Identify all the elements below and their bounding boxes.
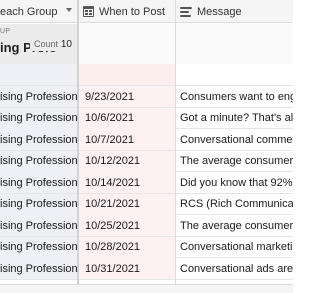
table-row[interactable]: ising Profession...10/6/2021Got a minute… [0, 107, 293, 129]
message-cell[interactable]: Conversational marketing is [176, 237, 293, 258]
column-header-label: Message [197, 5, 242, 18]
when-to-post-cell[interactable]: 10/6/2021 [79, 107, 175, 129]
when-to-post-cell[interactable]: 10/14/2021 [79, 172, 175, 193]
group-field-label: UP [0, 28, 11, 35]
chevron-down-icon[interactable] [66, 8, 72, 12]
message-cell[interactable]: Consumers want to engage [176, 86, 293, 107]
grid-footer [0, 284, 293, 293]
table-row[interactable]: ising Profession...10/21/2021RCS (Rich C… [0, 193, 293, 215]
reach-group-cell[interactable]: ising Profession... [0, 193, 77, 215]
message-cell[interactable]: Conversational ads are the f [176, 258, 293, 279]
column-divider[interactable] [175, 0, 176, 293]
column-header-reach-group[interactable]: each Group [0, 0, 77, 23]
table-row[interactable]: ising Profession...9/23/2021Consumers wa… [0, 86, 293, 108]
reach-group-cell[interactable]: ising Profession... [0, 236, 77, 258]
table-row[interactable]: ising Profession...10/25/2021The average… [0, 215, 293, 237]
reach-group-cell[interactable]: ising Profession... [0, 86, 77, 107]
message-cell[interactable]: Did you know that 92% of co [176, 172, 293, 193]
message-cell[interactable]: Conversational commerce is [176, 129, 293, 150]
message-cell[interactable]: RCS (Rich Communication S [176, 194, 293, 215]
when-to-post-cell[interactable]: 10/21/2021 [79, 193, 175, 215]
group-count-value: 10 [60, 39, 72, 50]
reach-group-cell[interactable]: ising Profession... [0, 107, 77, 129]
group-summary-cell [176, 24, 293, 64]
message-cell[interactable]: The average consumer is ge [176, 215, 293, 236]
calendar-icon [83, 6, 94, 17]
text-lines-icon [180, 6, 192, 17]
table-row[interactable]: ising Profession...10/7/2021Conversation… [0, 129, 293, 151]
group-header-cell[interactable]: UP ing Profe Count 10 [0, 24, 77, 64]
group-summary-cell [79, 24, 175, 64]
reach-group-cell[interactable]: ising Profession... [0, 150, 77, 172]
column-divider[interactable] [77, 0, 79, 293]
data-grid: each Group When to Post Message UP ing P… [0, 0, 293, 293]
table-row[interactable]: ising Profession...10/31/2021Conversatio… [0, 258, 293, 280]
table-cell[interactable] [0, 64, 77, 85]
when-to-post-cell[interactable]: 10/7/2021 [79, 129, 175, 150]
table-row[interactable]: ising Profession...10/28/2021Conversatio… [0, 236, 293, 258]
group-count-label: Count [34, 39, 59, 49]
message-cell[interactable]: Got a minute? That's all you [176, 108, 293, 129]
when-to-post-cell[interactable]: 10/25/2021 [79, 215, 175, 236]
column-header-when-to-post[interactable]: When to Post [78, 0, 175, 23]
when-to-post-cell[interactable]: 10/12/2021 [79, 150, 175, 172]
column-header-label: each Group [0, 5, 58, 18]
reach-group-cell[interactable]: ising Profession... [0, 172, 77, 193]
table-cell[interactable] [79, 64, 175, 85]
column-header-label: When to Post [99, 5, 166, 18]
group-header-row[interactable]: UP ing Profe Count 10 [0, 24, 293, 64]
group-count-badge: Count 10 [30, 38, 76, 51]
when-to-post-cell[interactable]: 10/31/2021 [79, 258, 175, 279]
table-row[interactable]: ising Profession...10/14/2021Did you kno… [0, 172, 293, 194]
reach-group-cell[interactable]: ising Profession... [0, 215, 77, 236]
column-header-row: each Group When to Post Message [0, 0, 293, 23]
reach-group-cell[interactable]: ising Profession... [0, 129, 77, 150]
table-row[interactable]: ising Profession...10/12/2021The average… [0, 150, 293, 172]
reach-group-cell[interactable]: ising Profession... [0, 258, 77, 279]
when-to-post-cell[interactable]: 10/28/2021 [79, 236, 175, 258]
column-header-message[interactable]: Message [176, 0, 293, 23]
table-row[interactable] [0, 64, 293, 86]
message-cell[interactable]: The average consumer is ge [176, 151, 293, 172]
when-to-post-cell[interactable]: 9/23/2021 [79, 86, 175, 107]
